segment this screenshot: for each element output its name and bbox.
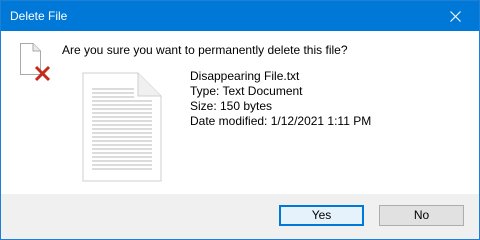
yes-button[interactable]: Yes	[279, 205, 364, 226]
title-bar: Delete File	[1, 1, 479, 31]
no-button[interactable]: No	[379, 205, 464, 226]
delete-file-dialog: Delete File Are you sure you want to per…	[0, 0, 480, 240]
delete-file-icon	[20, 43, 51, 82]
file-name: Disappearing File.txt	[190, 69, 300, 83]
close-button[interactable]	[433, 1, 479, 31]
confirmation-question: Are you sure you want to permanently del…	[62, 43, 348, 57]
file-type: Type: Text Document	[190, 84, 303, 98]
close-icon	[450, 11, 461, 22]
button-bar: Yes No	[1, 194, 479, 239]
file-details: Disappearing File.txt Type: Text Documen…	[190, 69, 371, 129]
dialog-content: Are you sure you want to permanently del…	[1, 31, 479, 194]
file-date-modified: Date modified: 1/12/2021 1:11 PM	[190, 114, 372, 128]
window-title: Delete File	[10, 9, 68, 23]
text-document-icon	[82, 72, 162, 182]
file-size: Size: 150 bytes	[190, 99, 273, 113]
